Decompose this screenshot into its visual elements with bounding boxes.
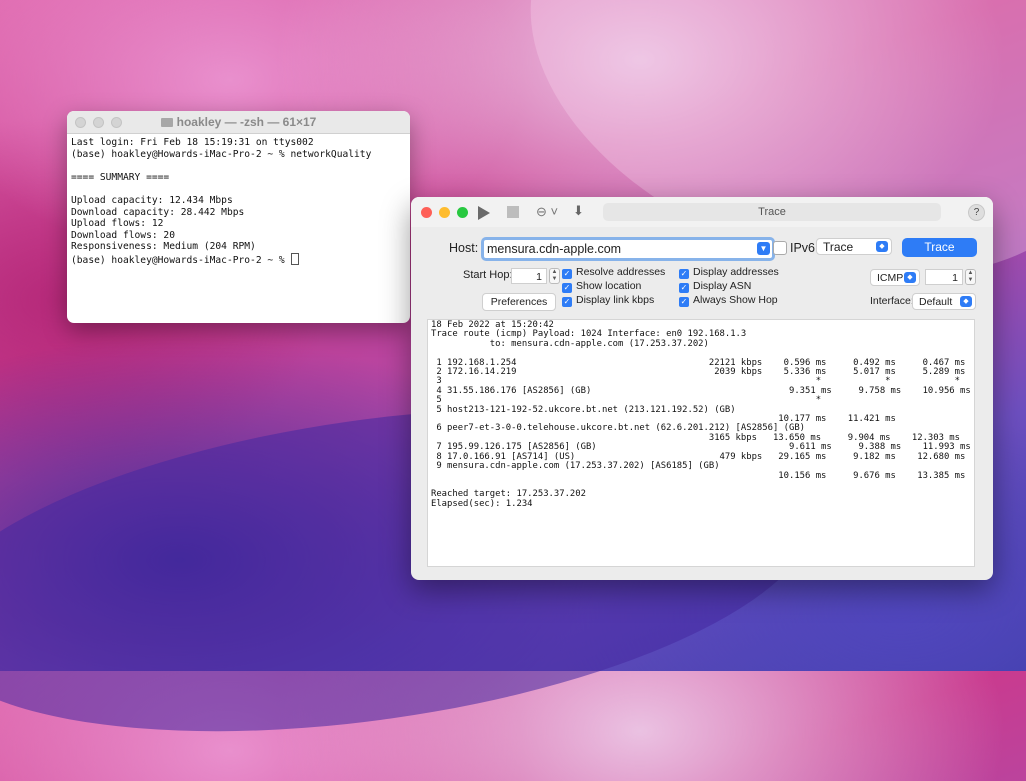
terminal-output[interactable]: Last login: Fri Feb 18 15:19:31 on ttys0…	[67, 134, 410, 270]
terminal-line: Download flows: 20	[71, 229, 175, 241]
terminal-titlebar[interactable]: hoakley — -zsh — 61×17	[67, 111, 410, 134]
terminal-line: ==== SUMMARY ====	[71, 171, 170, 183]
close-button[interactable]	[421, 207, 432, 218]
window-controls	[421, 207, 468, 218]
terminal-line: Upload capacity: 12.434 Mbps	[71, 194, 233, 206]
ipv6-checkbox[interactable]	[773, 241, 787, 255]
display-addresses-checkbox[interactable]: ✓ Display addresses	[679, 266, 779, 279]
zoom-button[interactable]	[457, 207, 468, 218]
resolve-addresses-label: Resolve addresses	[576, 266, 666, 278]
host-combobox[interactable]: mensura.cdn-apple.com ▼	[481, 237, 775, 261]
gauge-menu-icon[interactable]: ⊖ ˅	[536, 204, 558, 220]
display-link-kbps-label: Display link kbps	[576, 294, 655, 306]
ipv6-label: IPv6	[790, 241, 816, 255]
trace-button[interactable]: Trace	[902, 238, 977, 257]
terminal-prompt: (base) hoakley@Howards-iMac-Pro-2 ~ %	[71, 254, 291, 266]
output-line: Elapsed(sec): 1.234	[431, 498, 533, 509]
chevron-updown-icon: ◆	[876, 241, 888, 252]
display-asn-label: Display ASN	[693, 280, 752, 292]
terminal-line: Download capacity: 28.442 Mbps	[71, 206, 245, 218]
preferences-button[interactable]: Preferences	[482, 293, 556, 311]
help-button[interactable]: ?	[968, 204, 985, 221]
protocol-select-value: ICMP	[877, 272, 904, 284]
interface-select-value: Default	[919, 296, 953, 308]
checkmark-icon: ✓	[562, 297, 572, 307]
minimize-button[interactable]	[439, 207, 450, 218]
terminal-line: Responsiveness: Medium (204 RPM)	[71, 241, 256, 253]
stop-icon[interactable]	[507, 206, 519, 218]
checkmark-icon: ✓	[562, 269, 572, 279]
output-line: to: mensura.cdn-apple.com (17.253.37.202…	[431, 338, 709, 349]
protocol-count-field[interactable]: 1	[925, 269, 963, 285]
protocol-count-stepper[interactable]: ▲ ▼	[965, 269, 976, 285]
chevron-updown-icon: ◆	[960, 296, 972, 307]
chevron-down-icon[interactable]: ▼	[757, 242, 770, 255]
terminal-title: hoakley — -zsh — 61×17	[67, 115, 410, 129]
chevron-updown-icon: ◆	[904, 272, 916, 283]
text-cursor	[290, 252, 299, 265]
terminal-line: (base) hoakley@Howards-iMac-Pro-2 ~ % ne…	[71, 148, 372, 160]
always-show-hop-label: Always Show Hop	[693, 294, 778, 306]
terminal-window[interactable]: hoakley — -zsh — 61×17 Last login: Fri F…	[67, 111, 410, 323]
show-location-label: Show location	[576, 280, 642, 292]
trace-toolbar[interactable]: ⊖ ˅ ⬇ Trace ?	[411, 197, 993, 227]
show-location-checkbox[interactable]: ✓ Show location	[562, 280, 641, 293]
terminal-title-text: hoakley — -zsh — 61×17	[176, 115, 317, 129]
display-asn-checkbox[interactable]: ✓ Display ASN	[679, 280, 751, 293]
window-title: Trace	[603, 203, 941, 221]
terminal-prompt-line: (base) hoakley@Howards-iMac-Pro-2 ~ %	[71, 252, 406, 267]
start-hop-field[interactable]: 1	[511, 268, 547, 284]
interface-select[interactable]: Default ◆	[912, 293, 976, 310]
mode-select-value: Trace	[823, 240, 854, 254]
host-value: mensura.cdn-apple.com	[487, 242, 622, 256]
trace-controls: Host: mensura.cdn-apple.com ▼ IPv6 Trace…	[411, 227, 993, 319]
host-label: Host:	[449, 241, 479, 255]
checkmark-icon: ✓	[679, 269, 689, 279]
mode-select[interactable]: Trace ◆	[816, 238, 892, 255]
terminal-line: Last login: Fri Feb 18 15:19:31 on ttys0…	[71, 137, 314, 148]
play-icon[interactable]	[478, 206, 490, 220]
download-arrow-icon[interactable]: ⬇	[573, 203, 584, 219]
trace-window[interactable]: ⊖ ˅ ⬇ Trace ? Host: mensura.cdn-apple.co…	[411, 197, 993, 580]
folder-icon	[160, 118, 173, 127]
protocol-select[interactable]: ICMP ◆	[870, 269, 920, 286]
start-hop-stepper[interactable]: ▲ ▼	[549, 268, 560, 284]
output-line: 10.156 ms 9.676 ms 13.385 ms	[431, 470, 966, 481]
terminal-line: Upload flows: 12	[71, 218, 164, 230]
display-addresses-label: Display addresses	[693, 266, 779, 278]
checkmark-icon: ✓	[562, 283, 572, 293]
checkmark-icon: ✓	[679, 283, 689, 293]
always-show-hop-checkbox[interactable]: ✓ Always Show Hop	[679, 294, 778, 307]
start-hop-label: Start Hop:	[463, 269, 513, 281]
resolve-addresses-checkbox[interactable]: ✓ Resolve addresses	[562, 266, 665, 279]
display-link-kbps-checkbox[interactable]: ✓ Display link kbps	[562, 294, 654, 307]
trace-output[interactable]: 18 Feb 2022 at 15:20:42 Trace route (icmp…	[427, 319, 975, 567]
interface-label: Interface:	[870, 295, 914, 307]
checkmark-icon: ✓	[679, 297, 689, 307]
